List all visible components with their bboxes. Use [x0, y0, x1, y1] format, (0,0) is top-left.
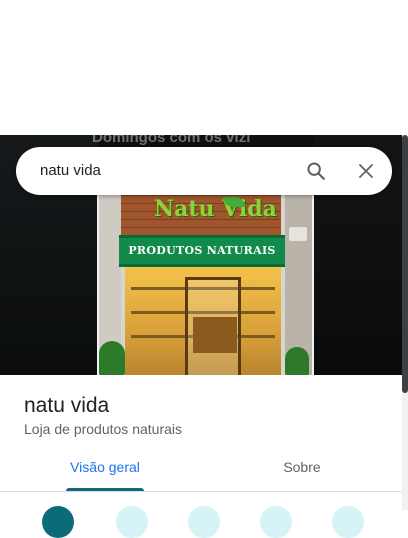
tabs-divider	[0, 491, 402, 492]
tab-about-label: Sobre	[283, 459, 321, 475]
nearby-button[interactable]	[188, 506, 220, 538]
search-icon	[307, 162, 325, 180]
store-sign: PRODUTOS NATURAIS	[119, 235, 285, 267]
save-button[interactable]	[116, 506, 148, 538]
tab-overview-label: Visão geral	[70, 459, 140, 475]
storefront-lamp	[289, 227, 307, 241]
store-counter	[193, 317, 237, 353]
clear-search-button[interactable]	[350, 155, 382, 187]
share-button[interactable]	[332, 506, 364, 538]
store-brand-logo: Natu Vida	[154, 196, 277, 222]
place-category[interactable]: Loja de produtos naturais	[24, 421, 182, 437]
tab-about[interactable]: Sobre	[272, 453, 332, 491]
blank-header-area	[0, 0, 408, 135]
tab-overview[interactable]: Visão geral	[66, 453, 144, 491]
place-details-panel: natu vida Loja de produtos naturais Visã…	[0, 375, 402, 538]
storefront-image: Natu Vida PRODUTOS NATURAIS	[97, 195, 314, 375]
search-input[interactable]: natu vida	[40, 147, 101, 195]
plant	[285, 347, 309, 375]
place-name: natu vida	[24, 394, 110, 417]
panel-scrollbar[interactable]	[402, 135, 408, 510]
search-bar: natu vida	[16, 147, 392, 195]
send-to-phone-button[interactable]	[260, 506, 292, 538]
scrollbar-thumb[interactable]	[402, 135, 408, 393]
directions-button[interactable]	[42, 506, 74, 538]
search-button[interactable]	[300, 155, 332, 187]
plant	[99, 341, 125, 375]
photo-overlay-caption: Domingos com os vizi	[92, 135, 251, 146]
close-icon	[359, 164, 373, 178]
